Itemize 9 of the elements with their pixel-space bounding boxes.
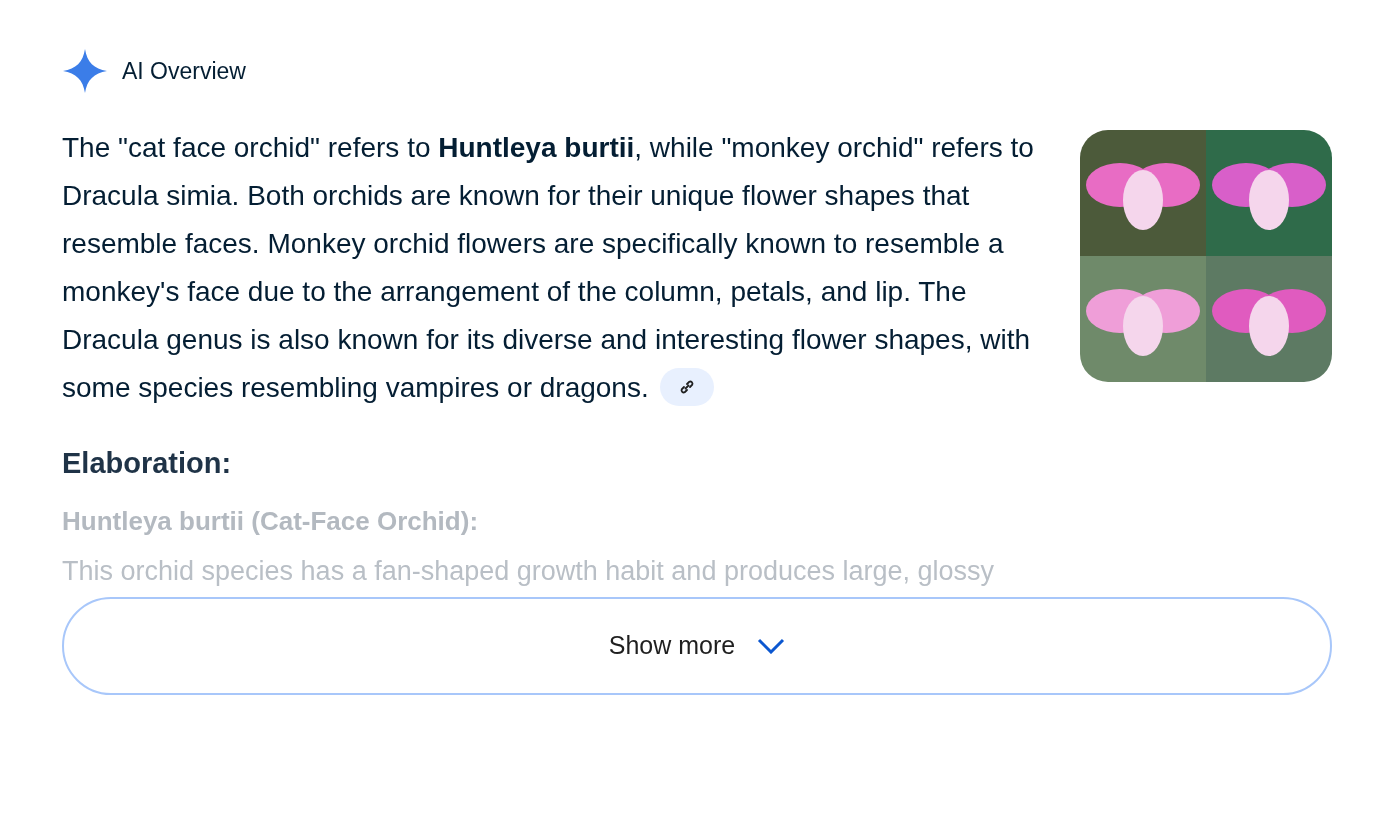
- chevron-down-icon: [757, 638, 786, 654]
- sparkle-icon: [62, 48, 108, 94]
- show-more-button[interactable]: Show more: [62, 597, 1332, 695]
- section-title: AI Overview: [122, 56, 246, 86]
- answer-paragraph: The "cat face orchid" refers to Huntleya burtii, while "monkey orchid" refers to Dracula simia. Both orchids are known for their unique flower shapes that resemble faces. Monkey orchid flowers are specifically known to resemble a monkey's face due to the arrangement of the column, petals, and lip. The Dracula genus is also known for its diverse and interesting flower shapes, with some species resembling vampires or dragons.: [62, 124, 1062, 412]
- section-heading: Elaboration:: [62, 446, 233, 481]
- link-button[interactable]: [660, 367, 715, 406]
- subheading: Huntleya burtii (Cat-Face Orchid):: [62, 504, 480, 538]
- faded-paragraph: This orchid species has a fan-shaped growth habit and produces large, glossy: [62, 554, 996, 588]
